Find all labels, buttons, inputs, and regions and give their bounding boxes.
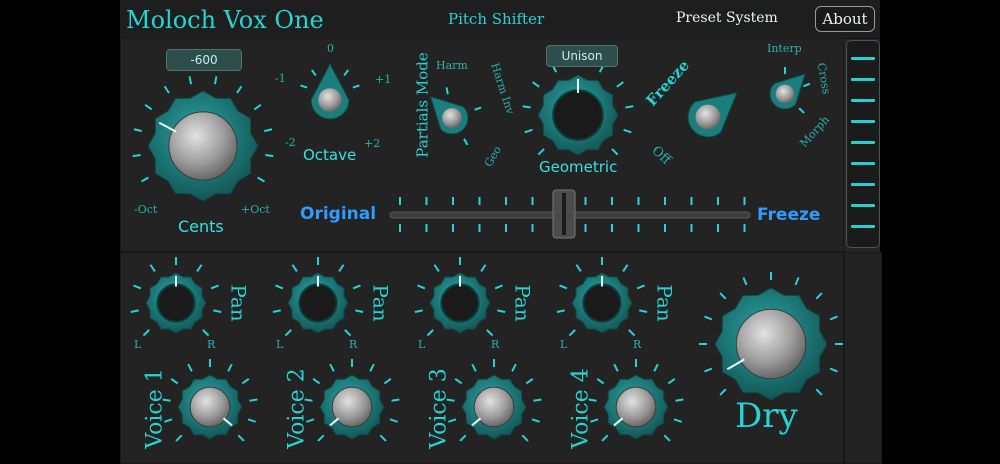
- mode-value-display[interactable]: Unison: [546, 45, 618, 67]
- voice-3-pan-right: R: [491, 338, 500, 351]
- crossfade-left-label: Original: [300, 204, 377, 224]
- voice-4-level-knob[interactable]: [603, 374, 669, 440]
- voice-3-pan-left: L: [418, 338, 426, 351]
- voice-3-pan-knob[interactable]: [429, 272, 491, 334]
- voice-1-pan-label: Pan: [226, 284, 251, 322]
- crossfade-right-label: Freeze: [757, 205, 821, 225]
- interp-selector[interactable]: [769, 73, 806, 110]
- voice-2-label: Voice 2: [284, 368, 310, 449]
- partials-mode-selector[interactable]: [429, 95, 469, 135]
- voice-4-pan-knob[interactable]: [571, 272, 633, 334]
- voice-1-pan-right: R: [207, 338, 216, 351]
- octave-mark-minus1: -1: [275, 72, 286, 85]
- dry-label: Dry: [735, 396, 798, 436]
- voice-4-pan-label: Pan: [652, 284, 677, 322]
- cents-label: Cents: [178, 217, 224, 236]
- interp-mark: Interp: [767, 42, 802, 55]
- octave-selector[interactable]: [310, 62, 350, 120]
- voice-2-pan-right: R: [349, 338, 358, 351]
- voice-3-level-knob[interactable]: [461, 374, 527, 440]
- voice-4-pan-left: L: [560, 338, 568, 351]
- freeze-switch[interactable]: [687, 91, 738, 138]
- dry-knob[interactable]: [714, 287, 828, 401]
- octave-mark-0: 0: [327, 42, 334, 55]
- octave-mark-plus2: +2: [364, 137, 381, 150]
- voice-4-label: Voice 4: [568, 368, 594, 449]
- voice-3-pan-label: Pan: [510, 284, 535, 322]
- voice-3-label: Voice 3: [426, 368, 452, 449]
- voice-1-label: Voice 1: [142, 368, 168, 449]
- voice-4-pan-right: R: [633, 338, 642, 351]
- voice-2-level-knob[interactable]: [319, 374, 385, 440]
- octave-label: Octave: [303, 146, 357, 164]
- cents-max-label: +Oct: [241, 203, 270, 216]
- cents-min-label: -Oct: [134, 203, 158, 216]
- partials-mark-harm: Harm: [436, 59, 468, 72]
- octave-mark-minus2: -2: [285, 136, 296, 149]
- voice-2-pan-knob[interactable]: [287, 272, 349, 334]
- voice-2-pan-label: Pan: [368, 284, 393, 322]
- voice-2-pan-left: L: [276, 338, 284, 351]
- cents-value-display[interactable]: -600: [166, 49, 242, 71]
- mode-label: Geometric: [539, 158, 618, 176]
- octave-mark-plus1: +1: [375, 73, 392, 86]
- voice-1-level-knob[interactable]: [177, 374, 243, 440]
- mode-knob[interactable]: [537, 74, 619, 156]
- partials-mode-label: Partials Mode: [413, 52, 432, 158]
- voice-1-pan-knob[interactable]: [145, 272, 207, 334]
- voice-1-pan-left: L: [134, 338, 142, 351]
- cents-knob[interactable]: [147, 90, 259, 202]
- crossfade-slider[interactable]: [389, 189, 751, 239]
